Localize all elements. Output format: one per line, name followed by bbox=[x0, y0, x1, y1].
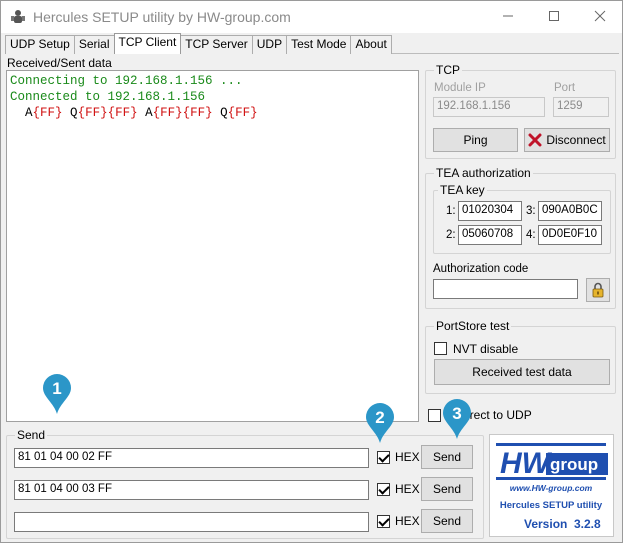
send-button-3[interactable]: Send bbox=[421, 509, 473, 533]
nvt-disable-label: NVT disable bbox=[453, 342, 519, 356]
logo-version-label: Version bbox=[524, 517, 567, 531]
logo-product-text: Hercules SETUP utility bbox=[500, 500, 603, 511]
send-button-3-label: Send bbox=[432, 514, 462, 528]
received-test-data-label: Received test data bbox=[472, 365, 572, 379]
logo-url-text: www.HW-group.com bbox=[510, 483, 593, 493]
lock-button[interactable] bbox=[586, 278, 610, 302]
nvt-disable-checkbox[interactable] bbox=[434, 342, 447, 355]
module-ip-field[interactable]: 192.168.1.156 bbox=[433, 97, 545, 117]
logo-hw-text: HW bbox=[500, 447, 553, 480]
disconnect-button-label: Disconnect bbox=[546, 133, 606, 147]
tea-key-group: TEA key 1: 01020304 3: 090A0B0C 2: 05060… bbox=[433, 183, 611, 254]
auth-code-label: Authorization code bbox=[433, 263, 529, 275]
log-line: Connecting to 192.168.1.156 ... bbox=[10, 74, 243, 88]
port-label: Port bbox=[554, 82, 576, 94]
tab-test-mode[interactable]: Test Mode bbox=[286, 35, 352, 54]
hex-checkbox-1[interactable] bbox=[377, 451, 390, 464]
seq-hex: {FF}{FF} bbox=[77, 106, 138, 120]
seq-char: Q bbox=[220, 106, 228, 120]
logo-version-number: 3.2.8 bbox=[574, 517, 601, 531]
ping-button[interactable]: Ping bbox=[433, 128, 518, 152]
minimize-button[interactable] bbox=[485, 1, 531, 31]
tab-udp[interactable]: UDP bbox=[251, 35, 288, 54]
seq-char: A bbox=[25, 106, 33, 120]
hex-checkbox-3[interactable] bbox=[377, 515, 390, 528]
hw-group-logo[interactable]: HW group www.HW-group.com Hercules SETUP… bbox=[489, 434, 614, 537]
seq-char: A bbox=[145, 106, 153, 120]
ping-button-label: Ping bbox=[463, 133, 488, 147]
tea-key-index: 2: bbox=[446, 229, 456, 241]
tea-key-title: TEA key bbox=[438, 183, 487, 197]
send-field-2[interactable]: 81 01 04 00 03 FF bbox=[14, 480, 369, 500]
tea-key-2-field[interactable]: 05060708 bbox=[458, 225, 522, 245]
maximize-icon bbox=[549, 11, 559, 21]
hex-checkbox-2[interactable] bbox=[377, 483, 390, 496]
send-button-1[interactable]: Send bbox=[421, 445, 473, 469]
hex-label-1: HEX bbox=[395, 450, 420, 464]
disconnect-button[interactable]: Disconnect bbox=[524, 128, 610, 152]
send-button-2[interactable]: Send bbox=[421, 477, 473, 501]
callout-number: 1 bbox=[52, 379, 62, 398]
callout-number: 3 bbox=[452, 404, 462, 423]
send-field-1[interactable]: 81 01 04 00 02 FF bbox=[14, 448, 369, 468]
tea-authorization-group: TEA authorization TEA key 1: 01020304 3:… bbox=[425, 166, 616, 309]
tab-tcp-server[interactable]: TCP Server bbox=[180, 35, 253, 54]
title-bar: Hercules SETUP utility by HW-group.com bbox=[1, 1, 622, 33]
tcp-group: TCP Module IP Port 192.168.1.156 1259 Pi… bbox=[425, 63, 616, 159]
send-field-3[interactable] bbox=[14, 512, 369, 532]
seq-hex: {FF}{FF} bbox=[152, 106, 213, 120]
hw-group-logo-graphic: HW group www.HW-group.com Hercules SETUP… bbox=[496, 443, 608, 531]
tea-key-4-field[interactable]: 0D0E0F10 bbox=[538, 225, 602, 245]
lock-icon bbox=[592, 282, 604, 298]
port-field[interactable]: 1259 bbox=[553, 97, 609, 117]
tcp-group-title: TCP bbox=[434, 63, 462, 77]
callout-marker-3: 3 bbox=[442, 398, 472, 440]
window-title: Hercules SETUP utility by HW-group.com bbox=[33, 9, 291, 25]
tea-group-title: TEA authorization bbox=[434, 166, 533, 180]
send-button-1-label: Send bbox=[432, 450, 462, 464]
auth-code-field[interactable] bbox=[433, 279, 578, 299]
callout-marker-2: 2 bbox=[365, 402, 395, 444]
callout-number: 2 bbox=[375, 408, 385, 427]
tea-key-index: 3: bbox=[526, 205, 536, 217]
received-data-area[interactable]: Connecting to 192.168.1.156 ... Connecte… bbox=[6, 70, 419, 422]
portstore-test-group: PortStore test NVT disable Received test… bbox=[425, 319, 616, 394]
send-group: Send 81 01 04 00 02 FF HEX Send 81 01 04… bbox=[6, 428, 484, 539]
close-icon bbox=[594, 10, 606, 22]
minimize-icon bbox=[503, 15, 513, 17]
tea-key-index: 1: bbox=[446, 205, 456, 217]
send-button-2-label: Send bbox=[432, 482, 462, 496]
tea-key-1-field[interactable]: 01020304 bbox=[458, 201, 522, 221]
received-test-data-button[interactable]: Received test data bbox=[434, 359, 610, 385]
received-sequence: A{FF} Q{FF}{FF} A{FF}{FF} Q{FF} bbox=[10, 105, 415, 121]
seq-hex: {FF} bbox=[227, 106, 258, 120]
seq-hex: {FF} bbox=[32, 106, 63, 120]
seq-char: Q bbox=[70, 106, 78, 120]
close-button[interactable] bbox=[577, 1, 623, 31]
tab-tcp-client[interactable]: TCP Client bbox=[113, 33, 182, 54]
hex-label-3: HEX bbox=[395, 514, 420, 528]
tab-udp-setup[interactable]: UDP Setup bbox=[5, 35, 75, 54]
tab-serial[interactable]: Serial bbox=[73, 35, 115, 54]
module-ip-label: Module IP bbox=[434, 82, 486, 94]
log-line: Connected to 192.168.1.156 bbox=[10, 90, 206, 104]
hercules-app-icon bbox=[11, 10, 25, 23]
tab-bar: UDP Setup Serial TCP Client TCP Server U… bbox=[5, 33, 392, 54]
hex-label-2: HEX bbox=[395, 482, 420, 496]
disconnect-x-icon bbox=[528, 133, 542, 147]
send-group-title: Send bbox=[15, 428, 48, 442]
tea-key-index: 4: bbox=[526, 229, 536, 241]
app-window: Hercules SETUP utility by HW-group.com U… bbox=[0, 0, 623, 543]
tea-key-3-field[interactable]: 090A0B0C bbox=[538, 201, 602, 221]
received-data-label: Received/Sent data bbox=[7, 56, 112, 70]
callout-marker-1: 1 bbox=[42, 373, 72, 415]
maximize-button[interactable] bbox=[531, 1, 577, 31]
redirect-to-udp-checkbox[interactable] bbox=[428, 409, 441, 422]
portstore-group-title: PortStore test bbox=[434, 319, 512, 333]
tab-about[interactable]: About bbox=[350, 35, 392, 54]
logo-group-text: group bbox=[550, 455, 598, 474]
